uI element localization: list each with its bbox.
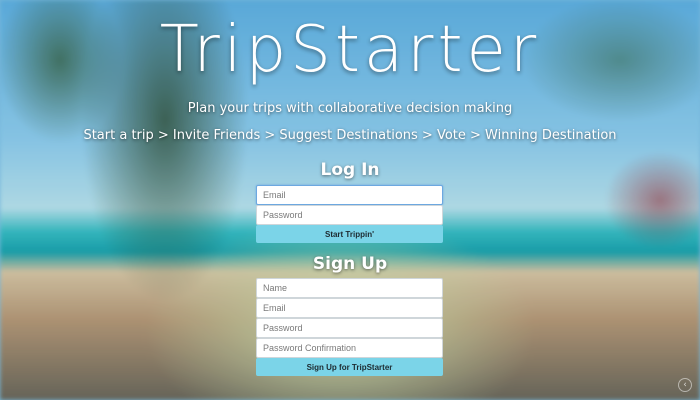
signup-button[interactable]: Sign Up for TripStarter	[256, 358, 443, 376]
signup-title: Sign Up	[312, 254, 388, 274]
login-password-input[interactable]	[256, 205, 443, 225]
signup-form: Sign Up for TripStarter	[256, 278, 443, 376]
signup-name-input[interactable]	[256, 278, 443, 298]
tagline: Plan your trips with collaborative decis…	[187, 101, 513, 116]
signup-password-confirm-input[interactable]	[256, 338, 443, 358]
signup-email-input[interactable]	[256, 298, 443, 318]
start-trippin-button[interactable]: Start Trippin'	[256, 225, 443, 243]
signup-password-input[interactable]	[256, 318, 443, 338]
landing-page: TripStarter Plan your trips with collabo…	[0, 0, 700, 400]
chevron-left-icon[interactable]: ‹	[678, 378, 692, 392]
login-email-input[interactable]	[256, 185, 443, 205]
login-title: Log In	[320, 160, 380, 180]
steps-breadcrumb: Start a trip > Invite Friends > Suggest …	[83, 128, 617, 143]
login-form: Start Trippin'	[256, 185, 443, 243]
app-title: TripStarter	[159, 13, 541, 87]
